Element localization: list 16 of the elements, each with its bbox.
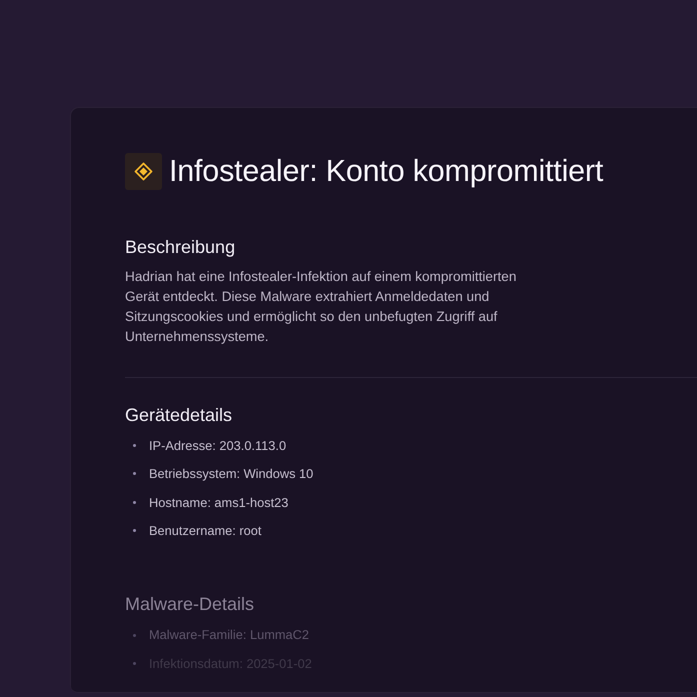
section-heading: Gerätedetails [125,404,234,426]
section-heading: Beschreibung [125,237,236,259]
section-heading: Malware-Details [125,594,256,616]
detail-text: Betriebssystem: Windows 10 [149,465,314,484]
detail-text: IP-Adresse: 203.0.113.0 [149,436,286,455]
detail-text: Hostname: ams1-host23 [149,494,288,512]
description-text: Hadrian hat eine Infostealer-Infektion auf einem kompromittierten Gerät entdeckt. Diese Malware extrahiert Anmeldedaten und Sitzungscookies und ermöglicht so den unbefugten Zugriff auf Unternehmenssysteme. [125,268,518,346]
bullet-icon [133,444,136,447]
bullet-icon [133,529,136,532]
detail-text: Benutzername: root [149,522,262,540]
bullet-icon [133,634,136,637]
bullet-icon [133,662,136,666]
bullet-icon [133,500,136,504]
alert-title: Infostealer: Konto kompromittiert [169,154,604,188]
detail-text: Malware-Familie: LummaC2 [149,626,309,644]
bullet-icon [133,472,136,476]
